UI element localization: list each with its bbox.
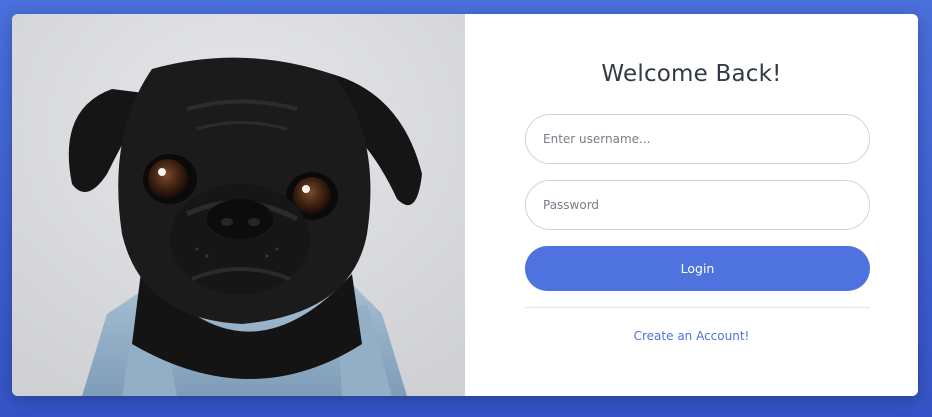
create-account-link[interactable]: Create an Account! — [465, 329, 918, 343]
page-title: Welcome Back! — [601, 61, 782, 87]
pug-photo — [12, 14, 465, 396]
login-card: Welcome Back! Login Create an Account! — [12, 14, 918, 396]
password-input[interactable] — [525, 180, 870, 230]
username-input[interactable] — [525, 114, 870, 164]
login-button[interactable]: Login — [525, 246, 870, 291]
divider — [525, 307, 870, 308]
pug-illustration — [12, 14, 465, 396]
login-panel: Welcome Back! Login Create an Account! — [465, 14, 918, 396]
